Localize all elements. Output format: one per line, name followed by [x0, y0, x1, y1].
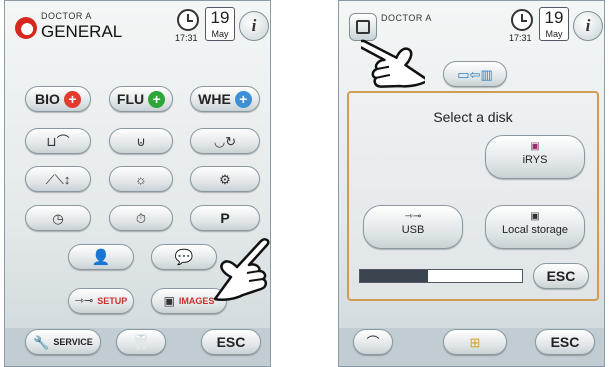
irys-disk-button[interactable]: ▣ iRYS [485, 135, 585, 179]
service-button[interactable]: 🔧 SERVICE [25, 329, 101, 355]
local-storage-label: Local storage [501, 224, 569, 236]
clock-icon [177, 9, 199, 31]
back-button[interactable]: ⌒ [353, 329, 393, 355]
light-button[interactable]: ☼ [109, 166, 173, 192]
calendar-month: May [545, 29, 563, 39]
chair-position-icon: ⟋⟍↕ [45, 171, 71, 187]
program-button[interactable]: P [190, 205, 260, 231]
doctor-name: DOCTOR A [41, 11, 92, 21]
bowl-rinse-button[interactable]: ◡↻ [190, 128, 260, 154]
local-storage-disk-button[interactable]: ▣ Local storage [485, 205, 585, 249]
assistant-user-button[interactable]: 👤 [68, 244, 134, 270]
tooth-icon: 🦷 [131, 333, 151, 351]
whe-button[interactable]: WHE + [190, 86, 260, 112]
back-curve-icon: ⌒ [366, 334, 380, 350]
usb-icon: ⇾⊸ [404, 211, 422, 222]
monitor-transfer-icon: ▭⇦▥ [457, 66, 493, 82]
local-storage-icon: ▣ [530, 211, 540, 222]
progress-bar [359, 269, 523, 283]
dialog-title: Select a disk [433, 109, 513, 125]
bio-label: BIO [35, 91, 60, 107]
chair-position-button[interactable]: ⟋⟍↕ [25, 166, 91, 192]
tooth-button[interactable]: 🦷 [116, 329, 166, 355]
specialty-title: GENERAL [41, 22, 123, 41]
setup-label: SETUP [97, 296, 128, 306]
program-p-icon: P [220, 210, 230, 226]
wrench-icon: 🔧 [33, 334, 50, 350]
esc-button[interactable]: ESC [201, 329, 261, 355]
usb-icon: ⇾⊸ [74, 294, 94, 307]
message-button[interactable]: 💬 [151, 244, 217, 270]
message-bubble-icon: 💬 [174, 248, 194, 266]
main-menu-screen: DOCTOR A GENERAL 17:31 19 May i BIO + FL… [4, 0, 271, 367]
flu-label: FLU [116, 91, 145, 107]
monitor-transfer-button[interactable]: ▭⇦▥ [443, 61, 507, 87]
progress-fill [360, 270, 429, 282]
time-text: 17:31 [509, 33, 532, 43]
dialog-esc-label: ESC [546, 268, 576, 284]
cup-button[interactable]: ⊍ [109, 128, 173, 154]
folder-tree-icon: ⊞ [469, 334, 481, 350]
info-button[interactable]: i [573, 11, 603, 41]
esc-label: ESC [216, 334, 246, 350]
bowl-rinse-icon: ◡↻ [213, 133, 237, 149]
cup-filler-icon: ⊔⌒ [46, 133, 70, 149]
header: DOCTOR A GENERAL 17:31 19 May i [5, 1, 270, 51]
usb-disk-button[interactable]: ⇾⊸ USB [363, 205, 463, 249]
plus-green-icon: + [148, 90, 166, 108]
timer-icon: ⏱ [135, 210, 147, 226]
clock-button[interactable]: ◷ [25, 205, 91, 231]
plus-red-icon: + [63, 90, 81, 108]
folder-tree-button[interactable]: ⊞ [443, 329, 507, 355]
calendar-day: 19 [210, 8, 230, 27]
settings-gears-icon: ⚙ [219, 171, 231, 187]
calendar-month: May [211, 29, 229, 39]
plus-blue-icon: + [234, 90, 252, 108]
light-icon: ☼ [135, 171, 147, 187]
service-label: SERVICE [53, 337, 93, 347]
info-button[interactable]: i [239, 11, 269, 41]
select-disk-screen: DOCTOR A 17:31 19 May i ▭⇦▥ Select a dis… [338, 0, 605, 367]
esc-label: ESC [550, 334, 580, 350]
setup-button[interactable]: ⇾⊸ SETUP [68, 288, 134, 314]
settings-button[interactable]: ⚙ [190, 166, 260, 192]
esc-button[interactable]: ESC [535, 329, 595, 355]
cup-icon: ⊍ [136, 133, 146, 149]
calendar-badge: 19 May [205, 7, 235, 41]
doctor-name: DOCTOR A [381, 13, 432, 23]
irys-label: iRYS [522, 154, 548, 166]
flu-button[interactable]: FLU + [109, 86, 173, 112]
pointing-hand-icon [361, 39, 425, 88]
calendar-day: 19 [544, 8, 564, 27]
pointing-hand-icon [213, 238, 270, 302]
clock-icon [511, 9, 533, 31]
brand-logo-icon [15, 17, 37, 39]
irys-icon: ▣ [530, 141, 540, 152]
clock-small-icon: ◷ [52, 210, 64, 226]
assistant-user-icon: 👤 [91, 248, 111, 266]
calendar-badge: 19 May [539, 7, 569, 41]
dialog-esc-button[interactable]: ESC [533, 263, 589, 289]
bio-button[interactable]: BIO + [25, 86, 91, 112]
whe-label: WHE [198, 91, 231, 107]
usb-label: USB [401, 224, 425, 236]
timer-button[interactable]: ⏱ [109, 205, 173, 231]
select-disk-dialog: Select a disk ▣ iRYS ⇾⊸ USB ▣ Local stor… [347, 91, 599, 301]
time-text: 17:31 [175, 33, 198, 43]
images-icon: ▣ [163, 294, 175, 308]
cup-filler-button[interactable]: ⊔⌒ [25, 128, 91, 154]
